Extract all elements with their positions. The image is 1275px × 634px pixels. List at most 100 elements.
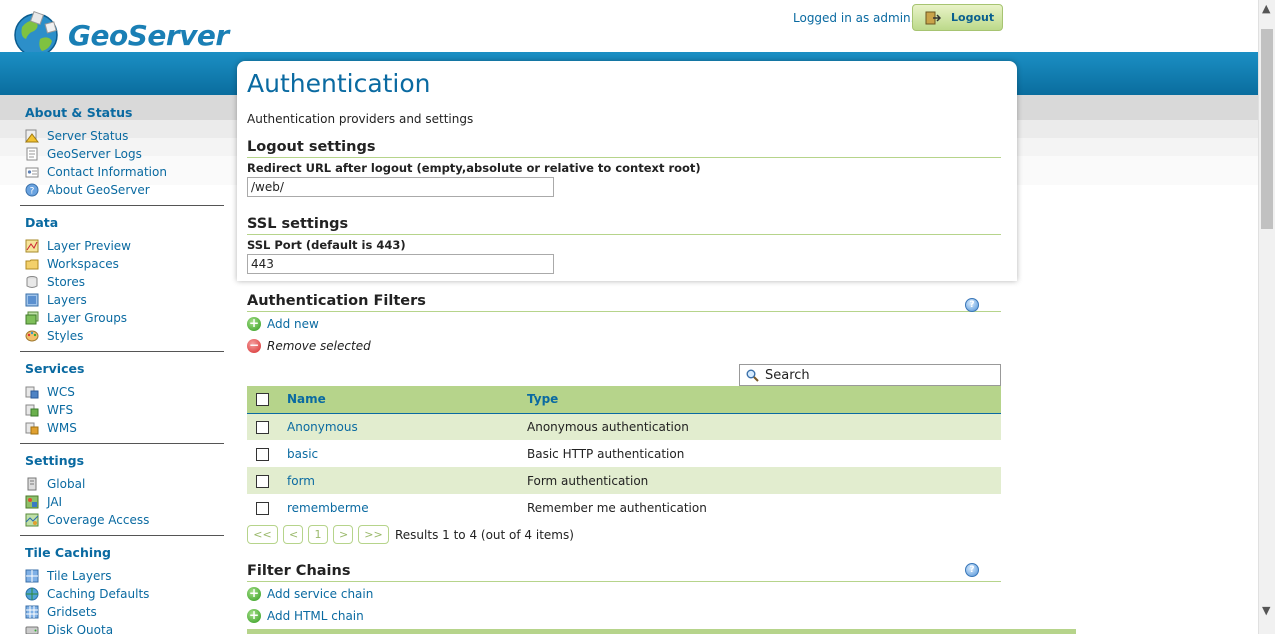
- sidebar-divider: [20, 351, 224, 352]
- wcs-service-icon: [25, 385, 39, 399]
- auth-filters-table: Name Type Anonymous Anonymous authenticat…: [247, 386, 1001, 521]
- sidebar-item-label: Caching Defaults: [47, 587, 150, 601]
- row-checkbox[interactable]: [256, 447, 269, 461]
- page-scrollbar[interactable]: ▲ ▼: [1258, 0, 1275, 634]
- last-page-button[interactable]: >>: [358, 525, 389, 544]
- sidebar-item-label: Layer Groups: [47, 311, 128, 325]
- add-service-chain-button[interactable]: + Add service chain: [247, 583, 1001, 605]
- sidebar-item-contact-information[interactable]: Contact Information: [20, 163, 224, 181]
- ssl-port-input[interactable]: [247, 254, 554, 274]
- prev-page-button[interactable]: <: [283, 525, 303, 544]
- sidebar-divider: [20, 205, 224, 206]
- sidebar-item-layers[interactable]: Layers: [20, 291, 224, 309]
- scroll-up-icon[interactable]: ▲: [1262, 2, 1270, 15]
- database-icon: [25, 275, 39, 289]
- row-checkbox[interactable]: [256, 420, 269, 434]
- globe-icon: [25, 587, 39, 601]
- sidebar-section-title: Settings: [25, 453, 85, 468]
- column-type[interactable]: Type: [527, 386, 1001, 414]
- auth-filters-help-icon[interactable]: ?: [965, 298, 979, 312]
- row-checkbox[interactable]: [256, 474, 269, 488]
- sidebar-item-tile-layers[interactable]: Tile Layers: [20, 567, 224, 585]
- sidebar-item-coverage-access[interactable]: Coverage Access: [20, 511, 224, 529]
- sidebar-item-label: Contact Information: [47, 165, 167, 179]
- sidebar-item-label: Global: [47, 477, 86, 491]
- sidebar-item-label: JAI: [47, 495, 63, 509]
- sidebar-item-server-status[interactable]: Server Status: [20, 127, 224, 145]
- scrollbar-thumb[interactable]: [1261, 29, 1273, 229]
- ssl-port-label: SSL Port (default is 443): [247, 238, 406, 252]
- sidebar-item-wfs[interactable]: WFS: [20, 401, 224, 419]
- row-checkbox[interactable]: [256, 501, 269, 515]
- sidebar-item-wms[interactable]: WMS: [20, 419, 224, 437]
- sidebar-item-geoserver-logs[interactable]: GeoServer Logs: [20, 145, 224, 163]
- page-title: Authentication: [247, 69, 431, 98]
- results-count: Results 1 to 4 (out of 4 items): [395, 527, 574, 542]
- sidebar-item-global[interactable]: Global: [20, 475, 224, 493]
- sidebar: About & Status Server Status GeoServer Log…: [20, 104, 224, 634]
- sidebar-item-layer-groups[interactable]: Layer Groups: [20, 309, 224, 327]
- search-input[interactable]: Search: [739, 364, 1001, 386]
- select-all-checkbox[interactable]: [256, 393, 269, 407]
- sidebar-item-wcs[interactable]: WCS: [20, 383, 224, 401]
- table-header-row: Name Type: [247, 386, 1001, 414]
- filter-name-link[interactable]: Anonymous: [287, 420, 358, 434]
- sidebar-section-title: Tile Caching: [25, 545, 111, 560]
- add-html-chain-label: Add HTML chain: [267, 609, 364, 623]
- sidebar-item-gridsets[interactable]: Gridsets: [20, 603, 224, 621]
- sidebar-item-label: Server Status: [47, 129, 129, 143]
- remove-selected-label: Remove selected: [267, 339, 371, 353]
- filter-name-link[interactable]: form: [287, 474, 315, 488]
- sidebar-item-disk-quota[interactable]: Disk Quota: [20, 621, 224, 634]
- sidebar-item-label: Layers: [47, 293, 87, 307]
- sidebar-item-caching-defaults[interactable]: Caching Defaults: [20, 585, 224, 603]
- help-icon: ?: [25, 183, 39, 197]
- filter-name-link[interactable]: rememberme: [287, 501, 369, 515]
- pager: << < 1 > >> Results 1 to 4 (out of 4 ite…: [247, 525, 574, 544]
- add-new-filter-button[interactable]: + Add new: [247, 313, 1007, 335]
- logout-button[interactable]: Logout: [912, 4, 1003, 31]
- sidebar-item-label: WCS: [47, 385, 75, 399]
- filter-chains-heading: Filter Chains: [247, 560, 1001, 582]
- server-icon: [25, 477, 39, 491]
- sidebar-item-stores[interactable]: Stores: [20, 273, 224, 291]
- sidebar-item-styles[interactable]: Styles: [20, 327, 224, 345]
- column-name[interactable]: Name: [287, 386, 527, 414]
- tile-grid-icon: [25, 569, 39, 583]
- page-1-button[interactable]: 1: [308, 525, 328, 544]
- add-html-chain-button[interactable]: + Add HTML chain: [247, 605, 1001, 627]
- auth-filters-heading: Authentication Filters: [247, 290, 1001, 312]
- logout-label: Logout: [951, 11, 995, 24]
- sidebar-item-label: WMS: [47, 421, 77, 435]
- sidebar-item-label: Tile Layers: [47, 569, 112, 583]
- wms-service-icon: [25, 421, 39, 435]
- search-icon: [746, 369, 759, 382]
- filter-chains-table-header: [247, 629, 1076, 634]
- sidebar-item-label: Stores: [47, 275, 85, 289]
- page-description: Authentication providers and settings: [247, 112, 474, 126]
- sidebar-item-label: Disk Quota: [47, 623, 114, 634]
- sidebar-item-about-geoserver[interactable]: ? About GeoServer: [20, 181, 224, 199]
- map-preview-icon: [25, 239, 39, 253]
- disk-icon: [25, 623, 39, 634]
- remove-icon: −: [247, 338, 261, 353]
- sidebar-section-title: Services: [25, 361, 85, 376]
- next-page-button[interactable]: >: [333, 525, 353, 544]
- table-row: form Form authentication: [247, 467, 1001, 494]
- remove-selected-button[interactable]: − Remove selected: [247, 335, 1007, 357]
- filter-name-link[interactable]: basic: [287, 447, 318, 461]
- first-page-button[interactable]: <<: [247, 525, 278, 544]
- sidebar-item-jai[interactable]: JAI: [20, 493, 224, 511]
- sidebar-section-title: Data: [25, 215, 59, 230]
- sidebar-divider: [20, 443, 224, 444]
- sidebar-item-workspaces[interactable]: Workspaces: [20, 255, 224, 273]
- sidebar-item-label: Layer Preview: [47, 239, 131, 253]
- sidebar-item-layer-preview[interactable]: Layer Preview: [20, 237, 224, 255]
- filter-chains-help-icon[interactable]: ?: [965, 563, 979, 577]
- sidebar-item-label: WFS: [47, 403, 74, 417]
- filter-type: Remember me authentication: [527, 500, 707, 515]
- scroll-down-icon[interactable]: ▼: [1262, 604, 1270, 617]
- search-placeholder: Search: [765, 367, 810, 383]
- redirect-url-input[interactable]: [247, 177, 554, 197]
- ssl-settings-heading: SSL settings: [247, 213, 1001, 235]
